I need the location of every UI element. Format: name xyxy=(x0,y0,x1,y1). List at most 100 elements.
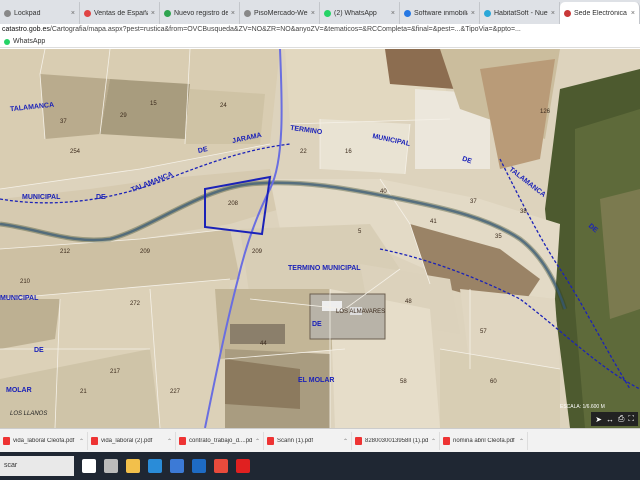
map-label: DE xyxy=(312,321,322,328)
parcel-number: 217 xyxy=(110,369,121,375)
pointer-icon[interactable]: ➤ xyxy=(595,415,602,424)
file-explorer-icon[interactable] xyxy=(126,459,140,473)
url-host: catastro.gob.es xyxy=(2,26,50,33)
tab-favicon-icon xyxy=(164,9,171,17)
parcel-number: 209 xyxy=(140,249,151,255)
tab-title: Software inmobiliario xyxy=(414,9,468,17)
aerial-map-image xyxy=(0,49,640,428)
parcel-number: 22 xyxy=(300,149,307,155)
tab-title: PisoMercado-Web xyxy=(254,9,308,17)
map-toolbar: ➤ ↔ ⎙ ⛶ xyxy=(591,412,638,426)
chevron-up-icon[interactable]: ⌃ xyxy=(167,438,172,445)
tab-close-icon[interactable]: × xyxy=(391,10,395,17)
download-filename: vida_laboral (2).pdf xyxy=(101,438,153,444)
download-item[interactable]: nomina abril Cleofa.pdf ⌃ xyxy=(440,432,528,450)
store-icon[interactable] xyxy=(170,459,184,473)
pdf-file-icon xyxy=(3,437,10,445)
tab-title: (2) WhatsApp xyxy=(334,9,377,17)
print-icon[interactable]: ⎙ xyxy=(618,414,624,424)
map-label: TERMINO MUNICIPAL xyxy=(288,265,361,272)
chevron-up-icon[interactable]: ⌃ xyxy=(343,438,348,445)
tab-title: Sede Electrónica del xyxy=(574,9,628,17)
browser-tab[interactable]: PisoMercado-Web × xyxy=(240,2,320,24)
map-label: MUNICIPAL xyxy=(0,295,39,302)
chevron-up-icon[interactable]: ⌃ xyxy=(519,438,524,445)
map-label: LOS ALMAVARES xyxy=(336,309,386,315)
tab-close-icon[interactable]: × xyxy=(551,10,555,17)
download-filename: contrato_trabajo_d....pdf xyxy=(189,438,252,444)
tab-favicon-icon xyxy=(4,9,11,17)
parcel-number: 37 xyxy=(470,199,477,205)
map-label: EL MOLAR xyxy=(298,377,335,384)
taskbar-search[interactable]: scar xyxy=(0,456,74,476)
parcel-number: 227 xyxy=(170,389,181,395)
task-view-icon[interactable] xyxy=(104,459,118,473)
measure-icon[interactable]: ↔ xyxy=(606,415,614,424)
tab-title: Ventas de España y U xyxy=(94,9,148,17)
chevron-up-icon[interactable]: ⌃ xyxy=(431,438,436,445)
parcel-number: 210 xyxy=(20,279,31,285)
tab-close-icon[interactable]: × xyxy=(71,10,75,17)
tab-title: HabitatSoft - Nueva xyxy=(494,9,548,17)
download-filename: vida_laboral Cleofa.pdf xyxy=(13,438,75,444)
parcel-number: 254 xyxy=(70,149,81,155)
tab-close-icon[interactable]: × xyxy=(151,10,155,17)
chevron-up-icon[interactable]: ⌃ xyxy=(255,438,260,445)
whatsapp-icon xyxy=(4,38,10,45)
pdf-file-icon xyxy=(267,437,274,445)
tab-close-icon[interactable]: × xyxy=(631,10,635,17)
browser-tab[interactable]: Sede Electrónica del× xyxy=(560,2,640,24)
browser-tab[interactable]: Ventas de España y U× xyxy=(80,2,160,24)
search-input-text: scar xyxy=(4,462,18,469)
browser-tab[interactable]: Lockpad × xyxy=(0,2,80,24)
url-path: /Cartografia/mapa.aspx?pest=rustica&from… xyxy=(49,26,521,33)
tab-favicon-icon xyxy=(324,9,331,17)
cadastral-map[interactable]: TALAMANCA TALAMANCA DE JARAMA TERMINO MU… xyxy=(0,49,640,428)
bookmarks-bar: WhatsApp xyxy=(0,36,640,48)
edge-icon[interactable] xyxy=(148,459,162,473)
tab-favicon-icon xyxy=(484,9,491,17)
bookmark-whatsapp[interactable]: WhatsApp xyxy=(13,36,45,48)
fullscreen-icon[interactable]: ⛶ xyxy=(628,414,634,424)
download-item[interactable]: 8280030013958ll (1).pdf ⌃ xyxy=(352,432,440,450)
map-label: LOS LLANOS xyxy=(10,411,48,417)
parcel-number: 41 xyxy=(430,219,437,225)
windows-icon[interactable] xyxy=(82,459,96,473)
download-filename: 8280030013958ll (1).pdf xyxy=(365,438,428,444)
parcel-number: 35 xyxy=(495,234,502,240)
pdf-file-icon xyxy=(179,437,186,445)
tab-close-icon[interactable]: × xyxy=(311,10,315,17)
map-label: DE xyxy=(96,194,106,201)
browser-tab[interactable]: Software inmobiliario× xyxy=(400,2,480,24)
browser-tab[interactable]: Nuevo registro de su× xyxy=(160,2,240,24)
parcel-number: 24 xyxy=(220,103,227,109)
parcel-number: 29 xyxy=(120,113,127,119)
tab-close-icon[interactable]: × xyxy=(231,10,235,17)
chevron-up-icon[interactable]: ⌃ xyxy=(79,438,84,445)
pdf-file-icon xyxy=(355,437,362,445)
tab-favicon-icon xyxy=(564,9,571,17)
parcel-number: 212 xyxy=(60,249,71,255)
tab-favicon-icon xyxy=(404,9,411,17)
downloads-bar: vida_laboral Cleofa.pdf ⌃ vida_laboral (2)… xyxy=(0,428,640,453)
parcel-number: 37 xyxy=(60,119,67,125)
pdf-file-icon xyxy=(91,437,98,445)
tab-title: Nuevo registro de su xyxy=(174,9,228,17)
parcel-number: 48 xyxy=(405,299,412,305)
parcel-number: 126 xyxy=(540,109,551,115)
tab-favicon-icon xyxy=(244,9,251,17)
outlook-icon[interactable] xyxy=(192,459,206,473)
browser-tab[interactable]: HabitatSoft - Nueva× xyxy=(480,2,560,24)
download-item[interactable]: vida_laboral Cleofa.pdf ⌃ xyxy=(0,432,88,450)
browser-tab[interactable]: (2) WhatsApp × xyxy=(320,2,400,24)
map-scale: ESCALA: 1/6.600 M xyxy=(560,404,605,410)
download-item[interactable]: contrato_trabajo_d....pdf ⌃ xyxy=(176,432,264,450)
tab-close-icon[interactable]: × xyxy=(471,10,475,17)
acrobat-icon[interactable] xyxy=(236,459,250,473)
map-label: MOLAR xyxy=(6,387,32,394)
address-bar[interactable]: catastro.gob.es/Cartografia/mapa.aspx?pe… xyxy=(0,24,640,36)
download-item[interactable]: vida_laboral (2).pdf ⌃ xyxy=(88,432,176,450)
chrome-icon[interactable] xyxy=(214,459,228,473)
parcel-number: 38 xyxy=(520,209,527,215)
download-item[interactable]: Scann (1).pdf ⌃ xyxy=(264,432,352,450)
